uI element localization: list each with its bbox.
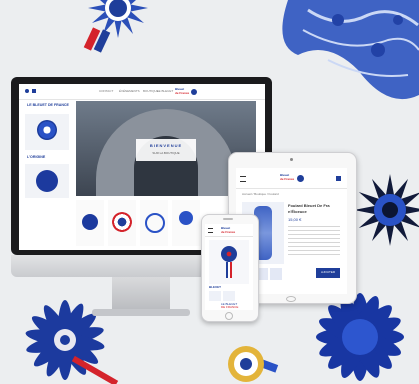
- logo-text-line2: de France: [175, 91, 190, 95]
- bottom-center-medal-decoration: [228, 346, 279, 382]
- product-card[interactable]: [140, 200, 168, 246]
- rosette-product-icon: [37, 120, 57, 140]
- brand-logo[interactable]: Bleuet de France: [280, 171, 304, 185]
- nav-item[interactable]: LE BLEUET: [157, 90, 173, 93]
- description-lines: [288, 226, 340, 256]
- phone-home-button: [225, 312, 233, 320]
- logo-text-line2: de France: [221, 230, 236, 234]
- add-to-cart-label: AJOUTER: [320, 270, 335, 274]
- add-to-cart-button[interactable]: AJOUTER: [316, 268, 340, 278]
- hero-title: BIENVENUE: [149, 143, 183, 148]
- tablet-header: Bleuet de France: [236, 168, 347, 189]
- sidebar-heading: L'ORIGINE: [27, 155, 46, 159]
- tablet-home-button: [286, 296, 296, 302]
- right-rosette-decoration: [354, 174, 419, 246]
- rosette-product-icon: [221, 246, 237, 262]
- monitor-base: [92, 309, 190, 316]
- bleuet-logo-icon: [297, 175, 304, 182]
- logo-text-line2: de France: [280, 177, 295, 181]
- breadcrumb[interactable]: Accueil / Boutique / Foulard: [242, 193, 279, 196]
- badge-product-icon: [179, 211, 193, 225]
- desktop-header: CONTACT ÉVÉNEMENTS BOUTIQUE LE BLEUET Bl…: [19, 84, 265, 100]
- hero-subtitle: SUR LA BOUTIQUE: [152, 151, 180, 155]
- phone-header: Bleuet de France: [205, 224, 253, 237]
- cart-icon[interactable]: [336, 176, 341, 181]
- ribbon-icon: [226, 262, 232, 278]
- phone-screen: Bleuet de France BLEUET LE BLEUET DE FRA…: [205, 224, 253, 310]
- hero-text-box: BIENVENUE SUR LA BOUTIQUE: [136, 139, 196, 161]
- medal-product-icon: [112, 212, 132, 232]
- product-card[interactable]: [172, 200, 200, 246]
- nav-item[interactable]: ÉVÉNEMENTS: [119, 90, 140, 93]
- desktop-sidebar: LE BLEUET DE FRANCE L'ORIGINE: [19, 100, 75, 250]
- brand-logo[interactable]: Bleuet de France: [175, 87, 197, 97]
- thumbnail[interactable]: [270, 268, 282, 280]
- sidebar-title: LE BLEUET DE FRANCE: [27, 103, 69, 107]
- menu-icon[interactable]: [240, 176, 246, 182]
- product-title: Foulard Bleuet De Fra: [288, 203, 330, 208]
- product-card[interactable]: [108, 200, 136, 246]
- phone-product-image[interactable]: [209, 240, 249, 284]
- product-card[interactable]: [76, 200, 104, 246]
- nav-item[interactable]: CONTACT: [99, 90, 113, 93]
- phone-speaker: [223, 218, 233, 220]
- bleuet-logo-icon: [191, 89, 197, 95]
- flower-product-icon: [36, 170, 58, 192]
- user-icon[interactable]: [25, 89, 29, 93]
- cart-icon[interactable]: [32, 89, 36, 93]
- tablet-camera: [290, 158, 293, 161]
- top-rosette-decoration: [83, 0, 148, 53]
- scarf-decoration: [282, 0, 419, 100]
- bracelet-product-icon: [145, 213, 165, 233]
- product-title-line2: n'Éloeuce: [288, 209, 307, 214]
- sidebar-feature-image[interactable]: [25, 164, 69, 198]
- phone-footer-line2: DE FRANCE: [221, 305, 239, 309]
- sidebar-product-image[interactable]: [25, 114, 69, 150]
- product-price: 15,00 €: [288, 217, 302, 222]
- phone-product-label: BLEUET: [209, 285, 221, 289]
- menu-icon[interactable]: [208, 228, 213, 233]
- monitor-stand: [112, 277, 170, 311]
- rosette-product-icon: [82, 214, 98, 230]
- thumbnail[interactable]: [223, 291, 235, 301]
- thumbnail[interactable]: [209, 291, 221, 301]
